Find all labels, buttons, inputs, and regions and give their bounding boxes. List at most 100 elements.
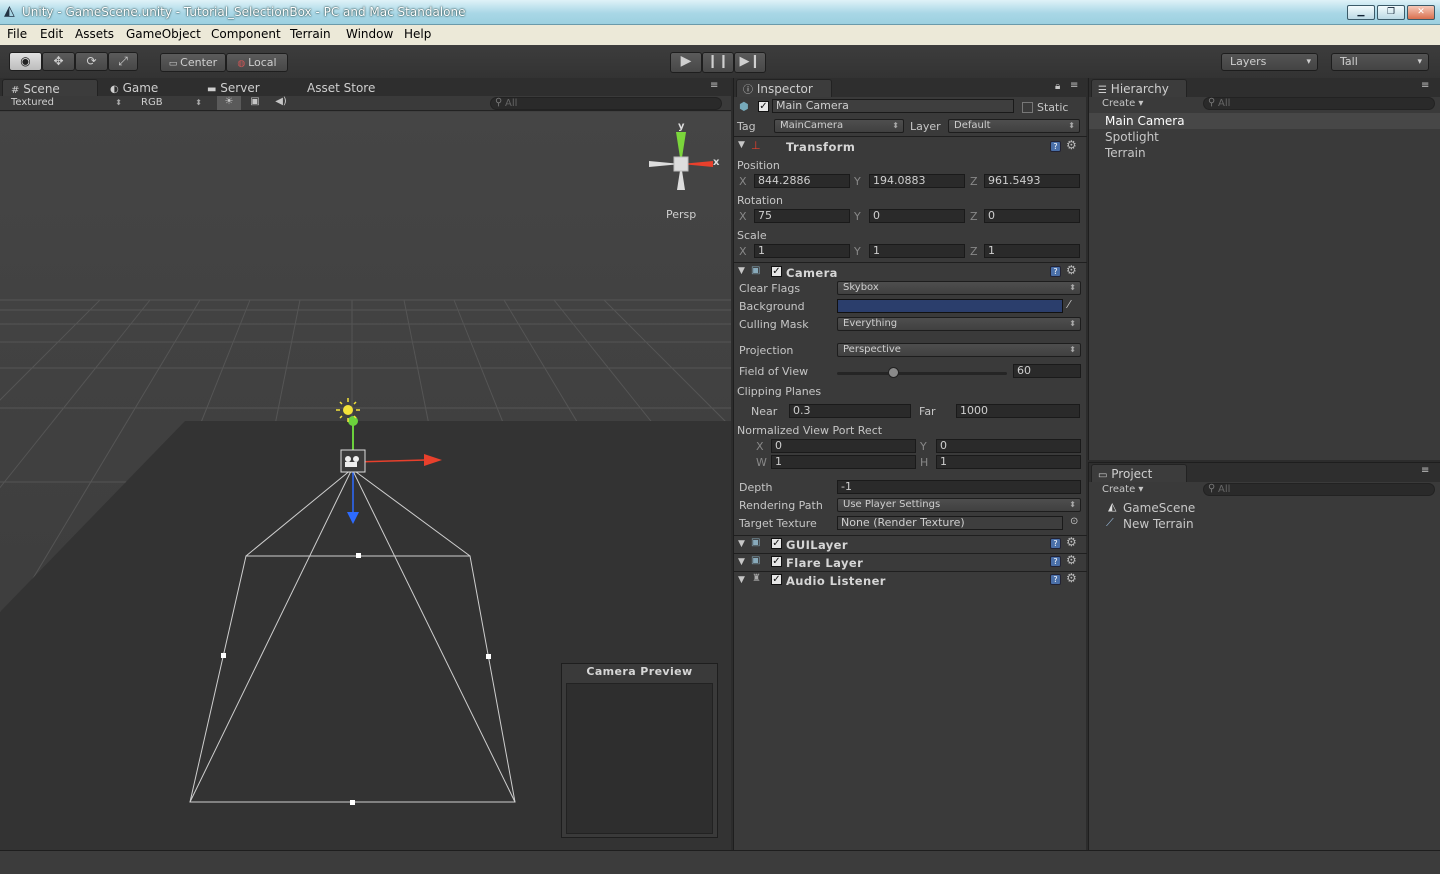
audiolistener-checkbox[interactable]: ✓ <box>771 574 782 585</box>
scene-viewport[interactable]: y x Persp Camera Preview <box>0 112 731 850</box>
position-z-input[interactable]: 961.5493 <box>984 174 1080 188</box>
layers-dropdown[interactable]: Layers <box>1221 53 1318 71</box>
guilayer-help-icon[interactable]: ? <box>1050 538 1061 549</box>
tab-inspector[interactable]: ⓘ Inspector <box>736 79 832 97</box>
fov-slider-track[interactable] <box>837 372 1007 375</box>
menu-window[interactable]: Window <box>346 27 393 41</box>
scene-fx-toggle[interactable]: ▣ <box>243 96 267 110</box>
maximize-button[interactable]: ❐ <box>1377 5 1405 20</box>
project-item-new-terrain[interactable]: New Terrain <box>1123 517 1194 531</box>
fov-slider-thumb[interactable] <box>888 367 900 378</box>
culling-mask-dropdown[interactable]: Everything <box>837 317 1081 331</box>
rotation-x-input[interactable]: 75 <box>754 209 850 223</box>
menu-file[interactable]: File <box>7 27 27 41</box>
color-mode-dropdown[interactable]: RGB <box>136 97 206 111</box>
position-x-input[interactable]: 844.2886 <box>754 174 850 188</box>
viewport-w-input[interactable]: 1 <box>771 455 916 469</box>
menu-component[interactable]: Component <box>211 27 281 41</box>
guilayer-gear-icon[interactable]: ⚙ <box>1066 535 1077 549</box>
tab-server[interactable]: ▬ Server <box>207 79 260 97</box>
scale-tool-button[interactable]: ⤢ <box>108 52 138 71</box>
panel-menu-icon[interactable]: ≡ <box>710 80 718 91</box>
camera-enabled-checkbox[interactable]: ✓ <box>771 266 782 277</box>
layer-dropdown[interactable]: Default <box>948 119 1080 133</box>
camera-gizmo-icon[interactable] <box>340 449 366 473</box>
far-input[interactable]: 1000 <box>956 404 1080 418</box>
viewport-x-input[interactable]: 0 <box>771 439 916 453</box>
scale-z-input[interactable]: 1 <box>984 244 1080 258</box>
viewport-h-input[interactable]: 1 <box>936 455 1081 469</box>
camera-foldout-icon[interactable]: ▼ <box>738 266 745 276</box>
pivot-center-button[interactable]: ▭ Center <box>160 53 226 72</box>
play-button[interactable]: ▶ <box>670 52 702 73</box>
step-button[interactable]: ▶❙ <box>734 52 766 73</box>
panel-menu-icon[interactable]: ≡ <box>1421 465 1429 476</box>
scene-audio-toggle[interactable]: ◀) <box>269 96 293 110</box>
transform-help-icon[interactable]: ? <box>1050 141 1061 152</box>
hierarchy-item-main-camera[interactable]: Main Camera <box>1105 114 1185 128</box>
panel-menu-icon[interactable]: ≡ <box>1070 80 1078 91</box>
transform-gear-icon[interactable]: ⚙ <box>1066 138 1077 152</box>
target-texture-field[interactable]: None (Render Texture) <box>837 516 1063 530</box>
active-checkbox[interactable]: ✓ <box>758 101 769 112</box>
projection-dropdown[interactable]: Perspective <box>837 343 1081 357</box>
hierarchy-item-terrain[interactable]: Terrain <box>1105 146 1146 160</box>
project-search-input[interactable]: All <box>1203 483 1435 496</box>
depth-input[interactable]: -1 <box>837 480 1081 494</box>
project-item-gamescene[interactable]: GameScene <box>1123 501 1195 515</box>
audiolistener-help-icon[interactable]: ? <box>1050 574 1061 585</box>
flarelayer-gear-icon[interactable]: ⚙ <box>1066 553 1077 567</box>
rendering-path-dropdown[interactable]: Use Player Settings <box>837 498 1081 512</box>
tab-game[interactable]: ◐ Game <box>110 79 158 97</box>
tab-hierarchy[interactable]: ☰ Hierarchy <box>1091 79 1187 97</box>
camera-help-icon[interactable]: ? <box>1050 266 1061 277</box>
flarelayer-foldout-icon[interactable]: ▼ <box>738 557 745 567</box>
pivot-local-button[interactable]: ◍ Local <box>226 53 288 72</box>
layout-dropdown[interactable]: Tall <box>1331 53 1429 71</box>
near-input[interactable]: 0.3 <box>789 404 911 418</box>
static-checkbox[interactable] <box>1022 102 1033 113</box>
menu-assets[interactable]: Assets <box>75 27 114 41</box>
hierarchy-search-input[interactable]: All <box>1203 97 1435 110</box>
audiolistener-gear-icon[interactable]: ⚙ <box>1066 571 1077 585</box>
viewport-y-input[interactable]: 0 <box>936 439 1081 453</box>
pause-button[interactable]: ❙❙ <box>702 52 734 73</box>
scene-search-input[interactable]: All <box>490 97 722 110</box>
object-picker-icon[interactable]: ⊙ <box>1070 516 1078 527</box>
tag-dropdown[interactable]: MainCamera <box>774 119 904 133</box>
panel-menu-icon[interactable]: ≡ <box>1421 80 1429 91</box>
rotation-y-input[interactable]: 0 <box>869 209 965 223</box>
project-create-button[interactable]: Create ▾ <box>1102 484 1143 495</box>
camera-gear-icon[interactable]: ⚙ <box>1066 263 1077 277</box>
position-y-input[interactable]: 194.0883 <box>869 174 965 188</box>
lock-icon[interactable]: 🔒︎ <box>1055 81 1060 92</box>
eyedropper-icon[interactable]: ⁄ <box>1068 298 1070 311</box>
guilayer-foldout-icon[interactable]: ▼ <box>738 539 745 549</box>
clear-flags-dropdown[interactable]: Skybox <box>837 281 1081 295</box>
background-color-swatch[interactable] <box>837 299 1063 313</box>
close-button[interactable]: ✕ <box>1407 5 1435 20</box>
move-tool-button[interactable]: ✥ <box>42 52 75 71</box>
flarelayer-checkbox[interactable]: ✓ <box>771 556 782 567</box>
transform-foldout-icon[interactable]: ▼ <box>738 140 745 150</box>
menu-terrain[interactable]: Terrain <box>290 27 331 41</box>
minimize-button[interactable]: ▁ <box>1347 5 1375 20</box>
scale-x-input[interactable]: 1 <box>754 244 850 258</box>
flarelayer-help-icon[interactable]: ? <box>1050 556 1061 567</box>
view-tool-button[interactable]: ◉ <box>9 52 42 71</box>
tab-asset-store[interactable]: Asset Store <box>307 79 375 97</box>
hierarchy-item-spotlight[interactable]: Spotlight <box>1105 130 1159 144</box>
tab-scene[interactable]: # Scene <box>2 79 98 97</box>
menu-gameobject[interactable]: GameObject <box>126 27 201 41</box>
render-mode-dropdown[interactable]: Textured <box>6 97 126 111</box>
menu-edit[interactable]: Edit <box>40 27 63 41</box>
fov-input[interactable]: 60 <box>1013 364 1081 378</box>
scale-y-input[interactable]: 1 <box>869 244 965 258</box>
rotation-z-input[interactable]: 0 <box>984 209 1080 223</box>
guilayer-checkbox[interactable]: ✓ <box>771 538 782 549</box>
hierarchy-create-button[interactable]: Create ▾ <box>1102 98 1143 109</box>
audiolistener-foldout-icon[interactable]: ▼ <box>738 575 745 585</box>
tab-project[interactable]: ▭ Project <box>1091 464 1187 482</box>
object-name-input[interactable]: Main Camera <box>772 99 1014 113</box>
scene-lighting-toggle[interactable]: ☀ <box>217 96 241 110</box>
